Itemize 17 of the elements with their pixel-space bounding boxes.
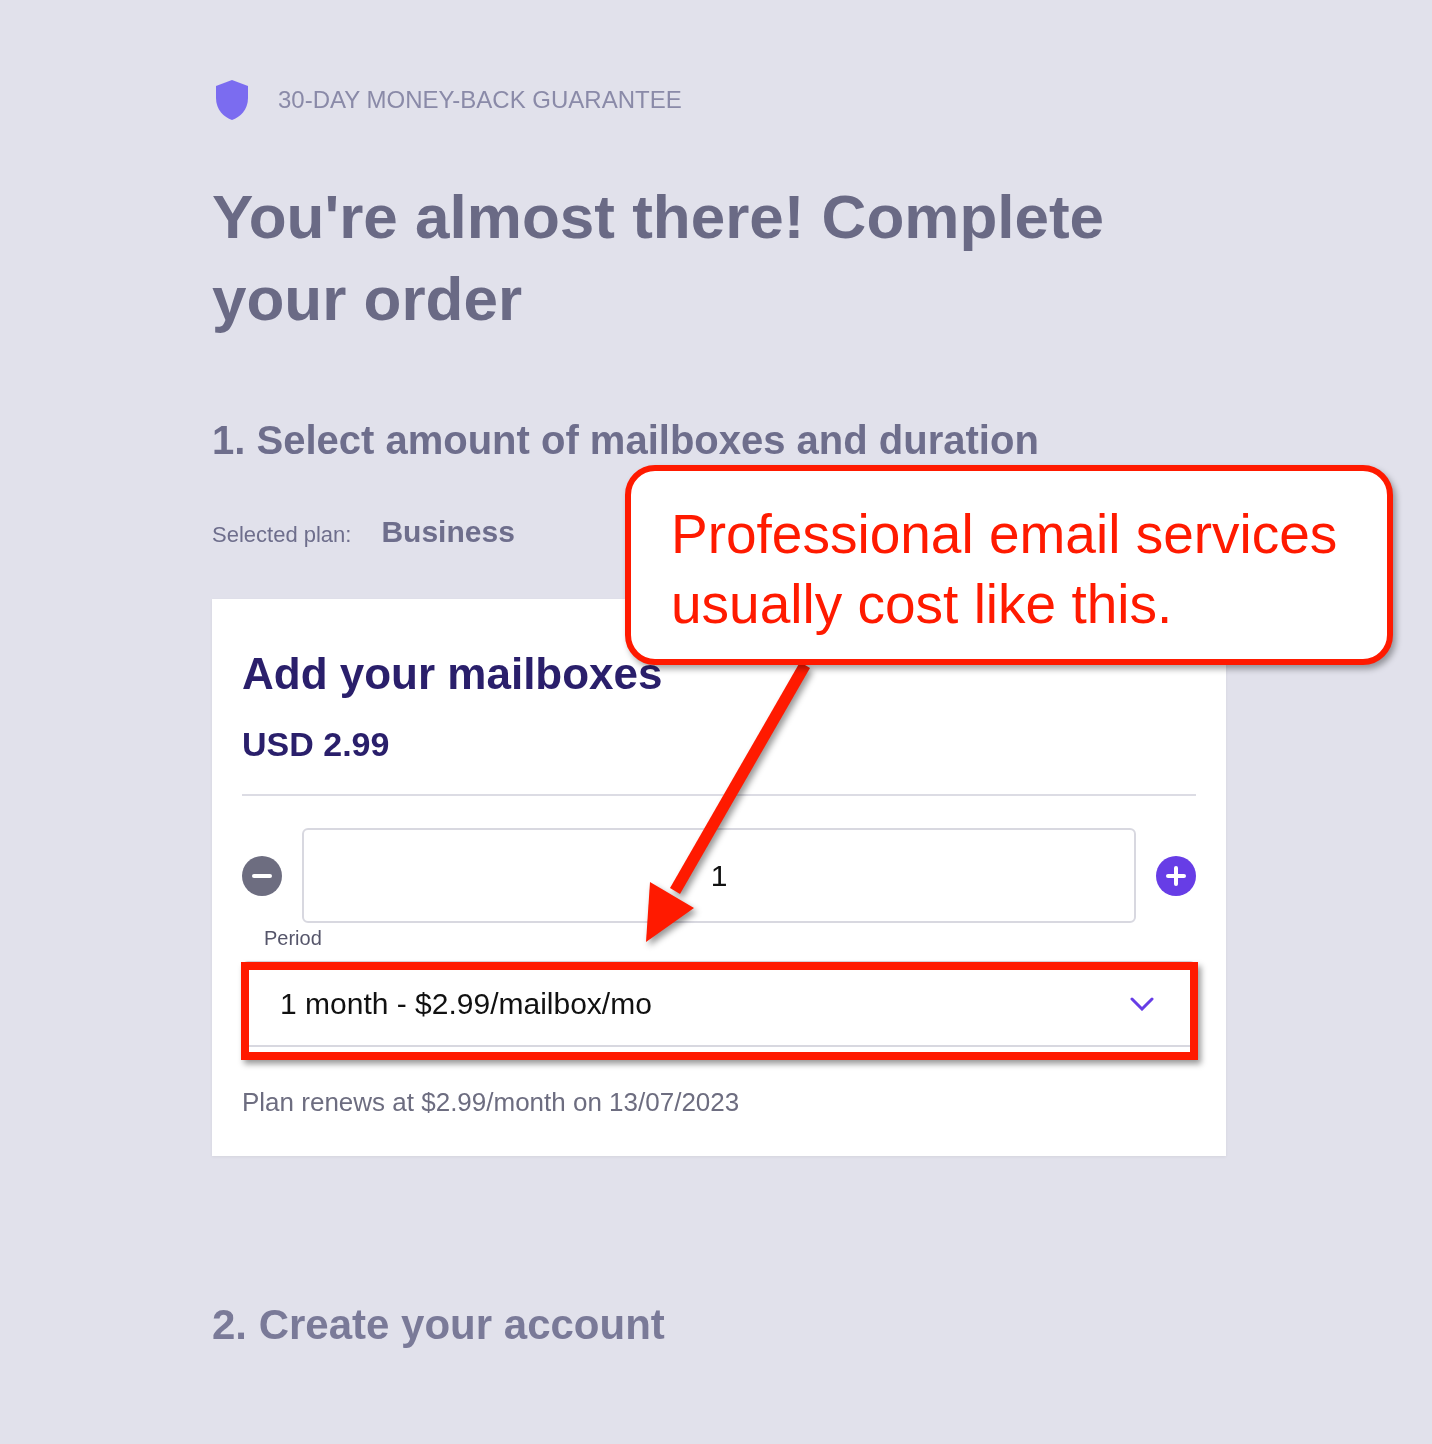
card-title: Add your mailboxes — [242, 648, 664, 700]
period-label: Period — [264, 927, 322, 949]
plan-label: Selected plan: — [212, 522, 352, 548]
step-title: 2. Create your account — [212, 1301, 666, 1349]
chevron-down-icon — [1130, 997, 1154, 1011]
plan-value: Business — [381, 515, 515, 549]
renewal-note: Plan renews at $2.99/month on 13/07/2023 — [242, 1087, 741, 1118]
guarantee-text: 30-DAY MONEY-BACK GUARANTEE — [278, 86, 682, 114]
step-title: 1. Select amount of mailboxes and duration — [212, 418, 1040, 463]
decrease-button[interactable] — [242, 855, 282, 896]
quantity-field[interactable]: 1 — [302, 828, 1136, 923]
increase-button[interactable] — [1156, 855, 1196, 896]
price: USD 2.99 — [242, 725, 391, 764]
callout-text: Professional email services usually cost like this. — [671, 502, 1339, 637]
minus-icon — [252, 873, 272, 878]
plus-icon — [1166, 865, 1186, 886]
page-heading: You're almost there! Complete your order — [212, 181, 1106, 335]
